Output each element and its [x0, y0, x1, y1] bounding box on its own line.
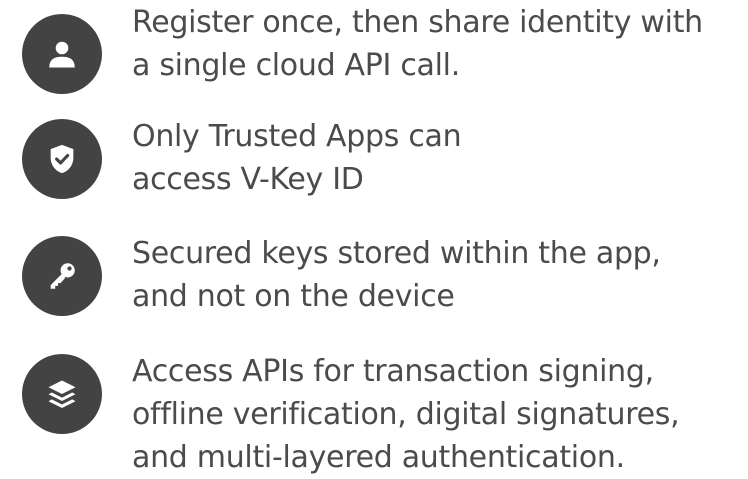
feature-text-line: Access APIs for transaction signing, [132, 354, 654, 389]
feature-text: Register once, then share identity with … [132, 1, 742, 87]
feature-text: Access APIs for transaction signing, off… [132, 350, 742, 479]
feature-text-line: Only Trusted Apps can [132, 119, 462, 154]
shield-check-icon [22, 119, 102, 199]
feature-text-line: Register once, then share identity with [132, 5, 703, 40]
feature-text-line: and not on the device [132, 279, 455, 314]
feature-text-line: access V-Key ID [132, 162, 364, 197]
feature-text: Secured keys stored within the app, and … [132, 232, 742, 318]
feature-text-line: Secured keys stored within the app, [132, 236, 661, 271]
feature-text-line: and multi-layered authentication. [132, 440, 625, 475]
feature-text-line: offline verification, digital signatures… [132, 397, 680, 432]
layers-icon [22, 354, 102, 434]
user-icon [22, 14, 102, 94]
key-icon [22, 236, 102, 316]
feature-text: Only Trusted Apps can access V-Key ID [132, 115, 742, 201]
feature-text-line: a single cloud API call. [132, 48, 460, 83]
